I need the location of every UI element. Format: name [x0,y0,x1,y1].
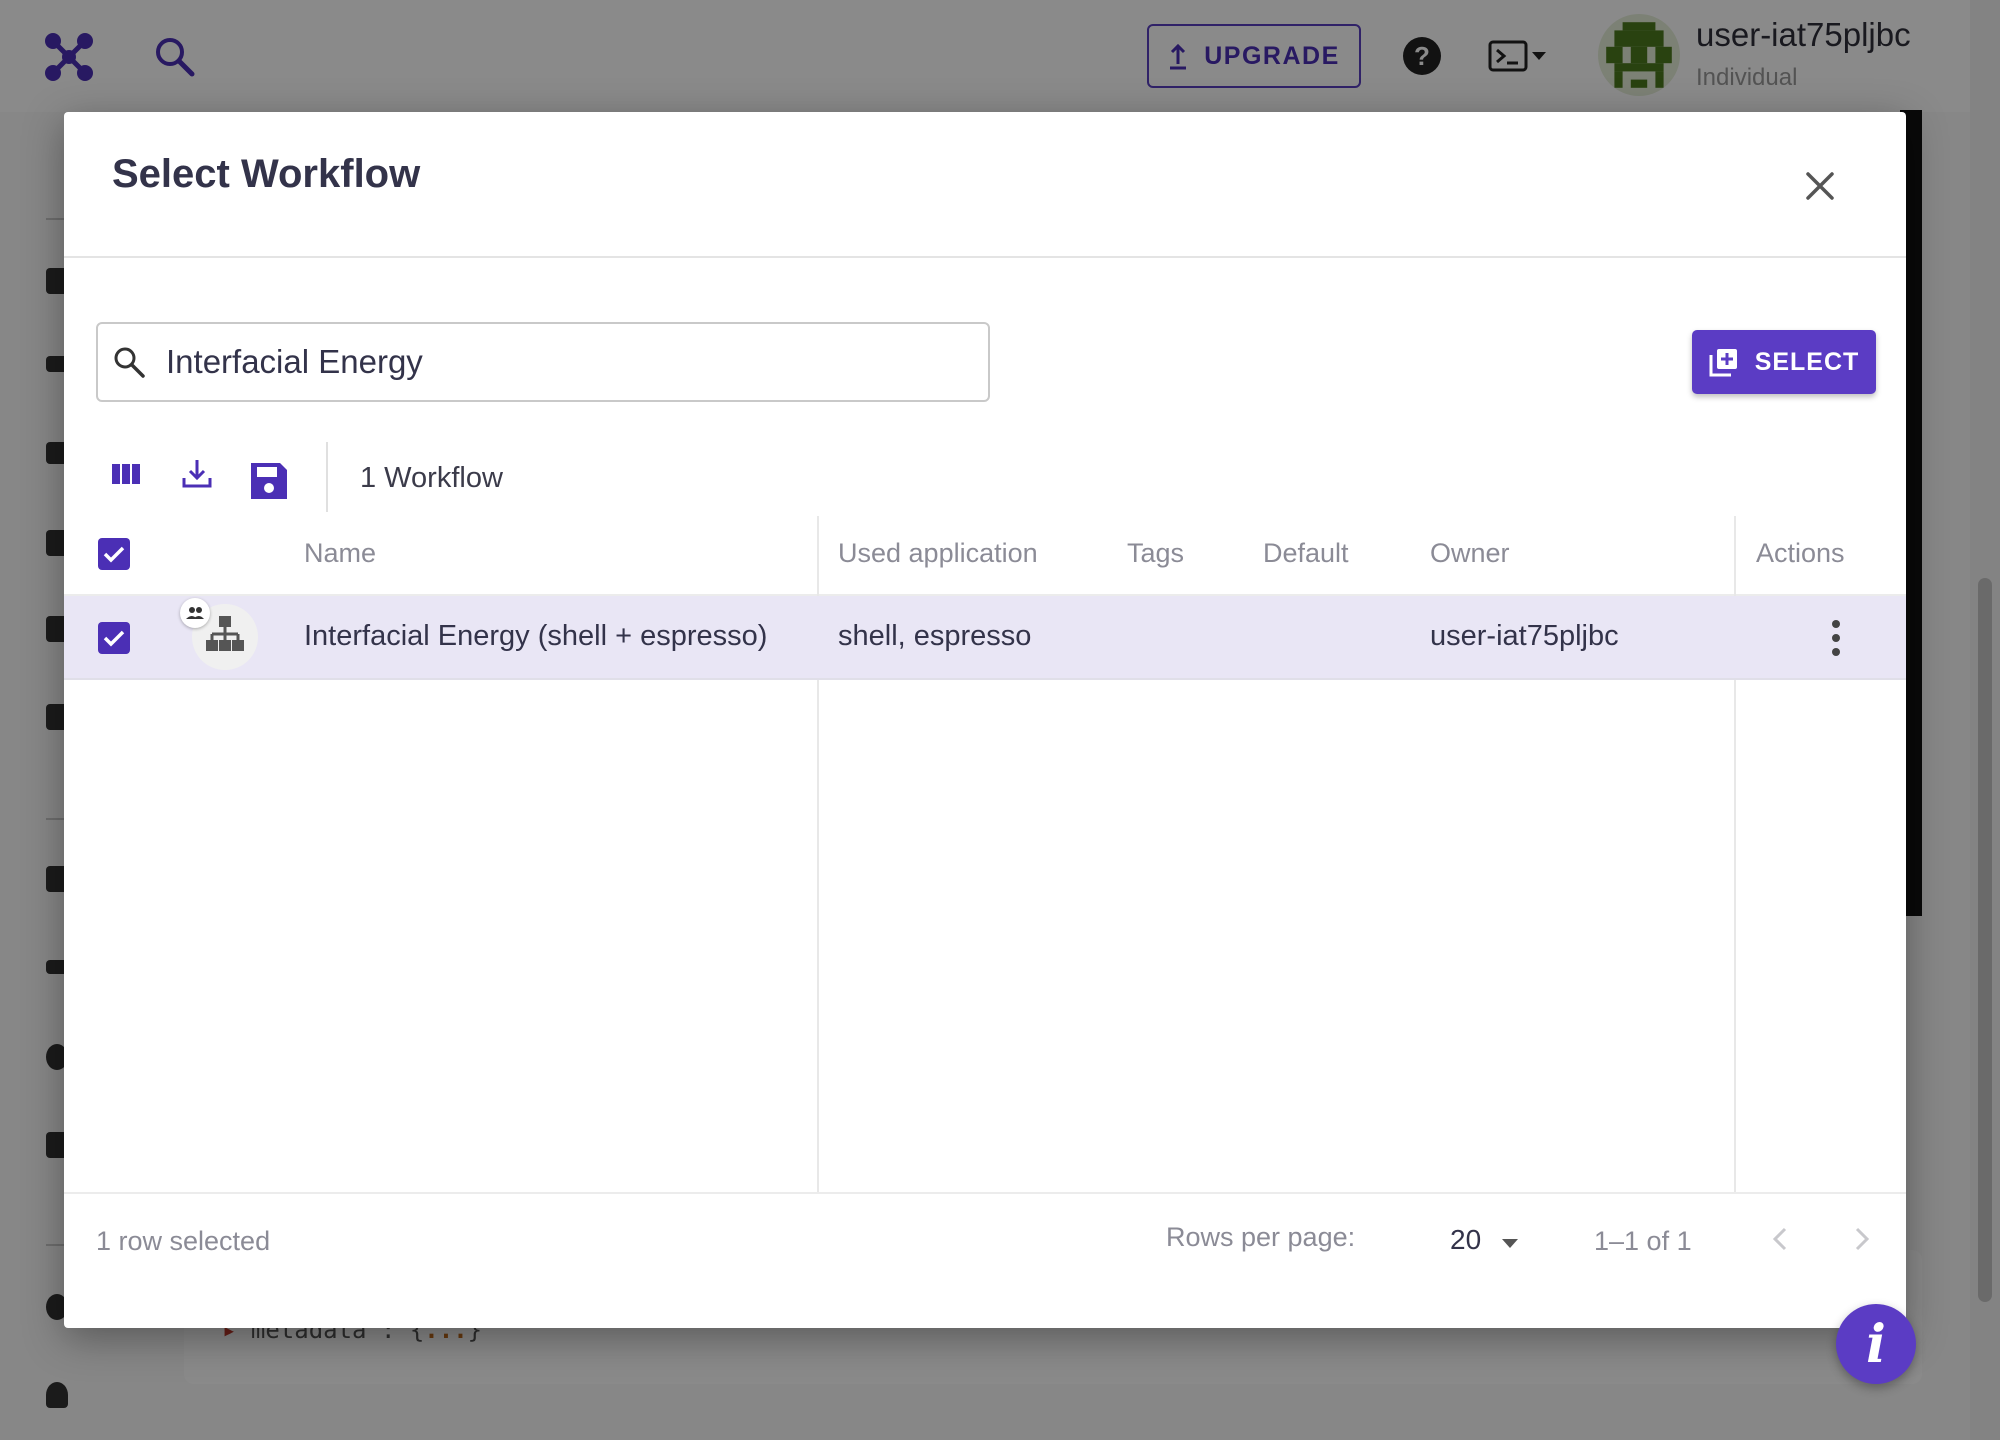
download-icon[interactable] [180,456,214,490]
check-icon [103,546,125,563]
row-checkbox[interactable] [98,622,130,654]
dialog-title: Select Workflow [112,152,421,196]
column-header-name[interactable]: Name [304,538,376,569]
pagination-range: 1–1 of 1 [1594,1226,1692,1256]
workflow-count: 1 Workflow [360,462,503,494]
info-icon[interactable]: i [1836,1304,1916,1384]
row-owner: user-iat75pljbc [1430,620,1619,652]
column-header-used-application[interactable]: Used application [838,538,1038,569]
toolbar-divider [326,442,328,512]
select-workflow-dialog: Select Workflow SELECT 1 Workflow [64,112,1906,1328]
add-to-library-icon [1709,349,1737,377]
select-button[interactable]: SELECT [1692,330,1876,394]
search-icon [114,347,145,378]
save-icon[interactable] [248,460,290,502]
table-row[interactable]: Interfacial Energy (shell + espresso) sh… [64,596,1906,680]
select-all-checkbox[interactable] [98,538,130,570]
rows-per-page-select[interactable]: 20 [1450,1224,1481,1256]
selected-count: 1 row selected [96,1226,271,1256]
column-header-owner[interactable]: Owner [1430,538,1510,569]
chevron-down-icon[interactable] [1500,1236,1520,1250]
select-label: SELECT [1754,347,1860,376]
next-page-icon[interactable] [1844,1222,1878,1256]
search-field[interactable] [96,322,990,402]
column-header-tags[interactable]: Tags [1127,538,1184,569]
previous-page-icon[interactable] [1764,1222,1798,1256]
table-header: Name Used application Tags Default Owner… [64,516,1906,596]
shared-users-icon [180,598,210,628]
footer-divider [64,1192,1906,1194]
rows-per-page-label: Rows per page: [1166,1222,1356,1252]
row-name[interactable]: Interfacial Energy (shell + espresso) [304,620,767,653]
check-icon [103,630,125,647]
view-columns-icon[interactable] [110,458,142,490]
more-vertical-icon[interactable] [1826,616,1846,660]
close-icon[interactable] [1798,164,1842,208]
search-input[interactable] [166,343,966,381]
dialog-divider [64,256,1906,258]
column-header-actions: Actions [1756,538,1845,568]
row-used-application: shell, espresso [838,620,1032,652]
column-header-default[interactable]: Default [1263,538,1349,569]
